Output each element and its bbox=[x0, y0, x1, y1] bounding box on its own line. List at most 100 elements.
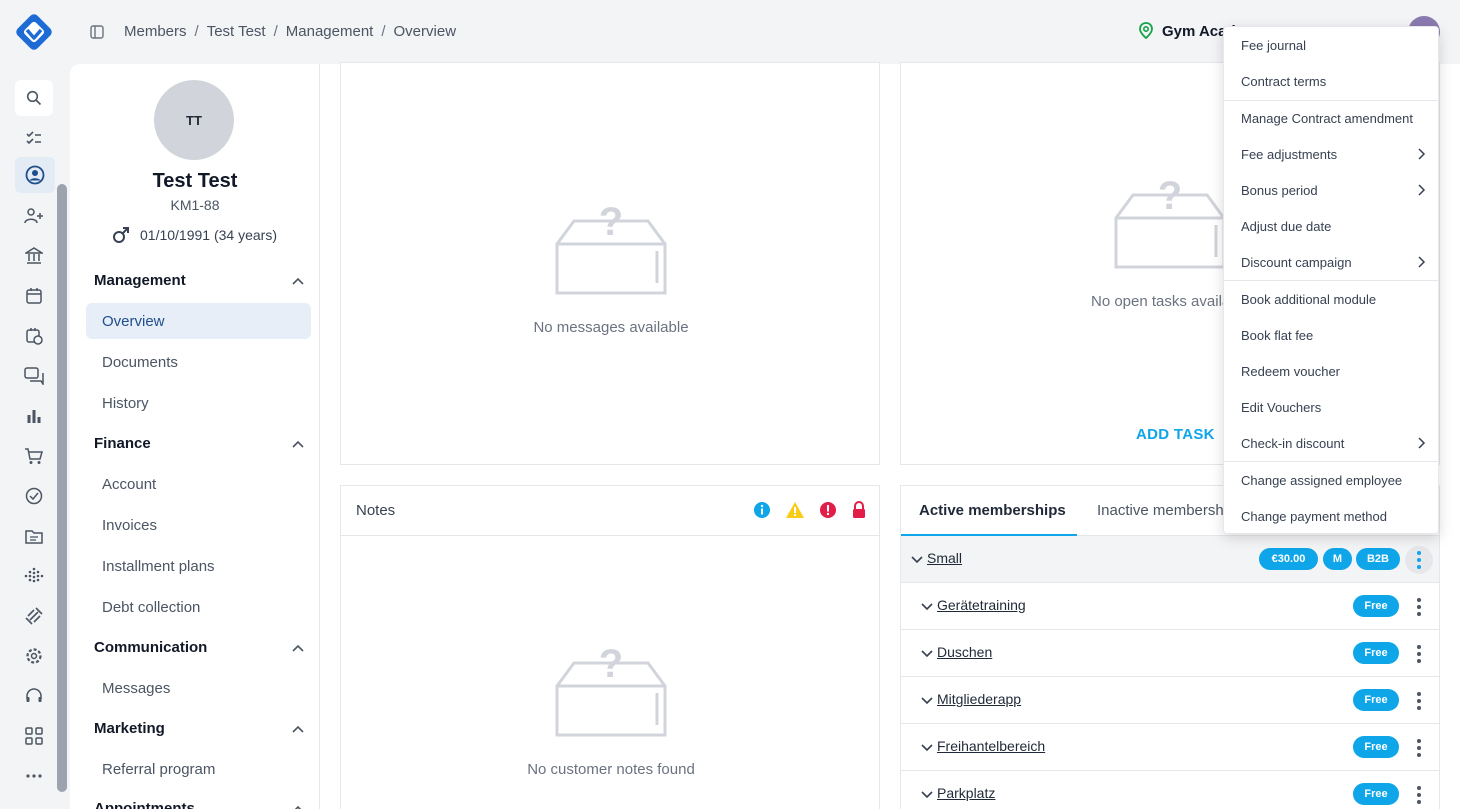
info-icon[interactable] bbox=[753, 501, 771, 519]
menu-item-fee-adjustments[interactable]: Fee adjustments bbox=[1224, 136, 1438, 172]
menu-item-label: Fee journal bbox=[1241, 37, 1307, 53]
module-name[interactable]: Duschen bbox=[937, 644, 992, 660]
menu-item-fee-journal[interactable]: Fee journal bbox=[1224, 27, 1438, 63]
checklist-icon[interactable] bbox=[22, 126, 46, 150]
chevron-down-icon[interactable] bbox=[920, 787, 934, 801]
menu-item-change-assigned-employee[interactable]: Change assigned employee bbox=[1224, 462, 1438, 498]
section-label: Communication bbox=[94, 639, 208, 656]
membership-row[interactable]: Small €30.00 M B2B bbox=[901, 536, 1439, 583]
nav-item-invoices[interactable]: Invoices bbox=[86, 507, 311, 543]
chevron-right-icon bbox=[1418, 148, 1426, 160]
menu-item-checkin-discount[interactable]: Check-in discount bbox=[1224, 425, 1438, 461]
sidebar-toggle-icon[interactable] bbox=[89, 24, 105, 40]
module-name[interactable]: Mitgliederapp bbox=[937, 691, 1021, 707]
lock-icon[interactable] bbox=[851, 501, 867, 519]
chevron-down-icon[interactable] bbox=[920, 740, 934, 754]
module-menu-button[interactable] bbox=[1405, 734, 1433, 762]
nav-item-debt-collection[interactable]: Debt collection bbox=[86, 589, 311, 625]
module-menu-button[interactable] bbox=[1405, 687, 1433, 715]
nav-section-finance[interactable]: Finance bbox=[94, 435, 304, 452]
chevron-down-icon[interactable] bbox=[920, 693, 934, 707]
menu-item-contract-terms[interactable]: Contract terms bbox=[1224, 63, 1438, 99]
nav-item-messages[interactable]: Messages bbox=[86, 670, 311, 706]
membership-name[interactable]: Small bbox=[927, 550, 962, 566]
free-badge: Free bbox=[1353, 736, 1399, 758]
tab-active-memberships[interactable]: Active memberships bbox=[919, 502, 1066, 519]
menu-item-book-flat-fee[interactable]: Book flat fee bbox=[1224, 317, 1438, 353]
menu-item-edit-vouchers[interactable]: Edit Vouchers bbox=[1224, 389, 1438, 425]
menu-item-change-payment-method[interactable]: Change payment method bbox=[1224, 498, 1438, 534]
nav-item-referral-program[interactable]: Referral program bbox=[86, 751, 311, 787]
membership-menu-button[interactable] bbox=[1405, 546, 1433, 574]
chat-icon[interactable] bbox=[22, 364, 46, 388]
module-name[interactable]: Freihantelbereich bbox=[937, 738, 1045, 754]
notes-filter-icons bbox=[753, 501, 867, 519]
nav-item-history[interactable]: History bbox=[86, 385, 311, 421]
bank-icon[interactable] bbox=[22, 244, 46, 268]
gym-selector[interactable]: Gym Acad bbox=[1138, 22, 1236, 40]
module-row[interactable]: Freihantelbereich Free bbox=[901, 724, 1439, 771]
chevron-up-icon bbox=[294, 805, 302, 809]
nav-section-management[interactable]: Management bbox=[94, 272, 304, 289]
module-menu-button[interactable] bbox=[1405, 781, 1433, 809]
chevron-up-icon bbox=[292, 277, 304, 285]
birthdate-text: 01/10/1991 (34 years) bbox=[140, 227, 277, 243]
nav-section-appointments[interactable]: Appointments bbox=[94, 800, 304, 809]
module-row[interactable]: Duschen Free bbox=[901, 630, 1439, 677]
chevron-right-icon bbox=[1418, 256, 1426, 268]
add-user-icon[interactable] bbox=[22, 204, 46, 228]
nav-section-communication[interactable]: Communication bbox=[94, 639, 304, 656]
breadcrumb-members[interactable]: Members bbox=[124, 23, 187, 40]
menu-item-book-additional-module[interactable]: Book additional module bbox=[1224, 281, 1438, 317]
membership-context-menu: Fee journal Contract terms Manage Contra… bbox=[1223, 26, 1439, 534]
menu-item-label: Manage Contract amendment bbox=[1241, 110, 1413, 126]
menu-item-redeem-voucher[interactable]: Redeem voucher bbox=[1224, 353, 1438, 389]
menu-item-adjust-due-date[interactable]: Adjust due date bbox=[1224, 208, 1438, 244]
chevron-down-icon[interactable] bbox=[910, 552, 924, 566]
menu-item-bonus-period[interactable]: Bonus period bbox=[1224, 172, 1438, 208]
calendar-clock-icon[interactable] bbox=[22, 324, 46, 348]
chevron-down-icon[interactable] bbox=[920, 646, 934, 660]
folder-icon[interactable] bbox=[22, 524, 46, 548]
module-row[interactable]: Parkplatz Free bbox=[901, 771, 1439, 809]
rail-scrollbar[interactable] bbox=[57, 184, 67, 792]
warning-icon[interactable] bbox=[785, 501, 805, 519]
more-icon[interactable] bbox=[22, 764, 46, 788]
menu-item-label: Contract terms bbox=[1241, 73, 1327, 89]
module-menu-button[interactable] bbox=[1405, 593, 1433, 621]
breadcrumb-member[interactable]: Test Test bbox=[207, 23, 266, 40]
bar-chart-icon[interactable] bbox=[22, 404, 46, 428]
calendar-icon[interactable] bbox=[22, 284, 46, 308]
svg-text:?: ? bbox=[1158, 174, 1182, 218]
settings-icon[interactable] bbox=[22, 644, 46, 668]
add-task-button[interactable]: ADD TASK bbox=[1136, 426, 1215, 443]
breadcrumb-management[interactable]: Management bbox=[286, 23, 374, 40]
dumbbell-icon[interactable] bbox=[22, 604, 46, 628]
check-circle-icon[interactable] bbox=[22, 484, 46, 508]
chevron-up-icon bbox=[292, 725, 304, 733]
nav-item-documents[interactable]: Documents bbox=[86, 344, 311, 380]
app-logo[interactable] bbox=[14, 12, 54, 52]
dots-grid-icon[interactable] bbox=[22, 564, 46, 588]
menu-item-discount-campaign[interactable]: Discount campaign bbox=[1224, 244, 1438, 280]
nav-section-marketing[interactable]: Marketing bbox=[94, 720, 304, 737]
error-icon[interactable] bbox=[819, 501, 837, 519]
nav-item-overview[interactable]: Overview bbox=[86, 303, 311, 339]
search-button[interactable] bbox=[15, 80, 53, 116]
members-icon[interactable] bbox=[15, 157, 55, 193]
module-row[interactable]: Gerätetraining Free bbox=[901, 583, 1439, 630]
module-menu-button[interactable] bbox=[1405, 640, 1433, 668]
nav-item-account[interactable]: Account bbox=[86, 466, 311, 502]
module-name[interactable]: Parkplatz bbox=[937, 785, 995, 801]
module-row[interactable]: Mitgliederapp Free bbox=[901, 677, 1439, 724]
menu-item-contract-amendment[interactable]: Manage Contract amendment bbox=[1224, 100, 1438, 136]
notes-card: Notes ? No customer notes found bbox=[340, 485, 880, 809]
nav-item-installment-plans[interactable]: Installment plans bbox=[86, 548, 311, 584]
apps-icon[interactable] bbox=[22, 724, 46, 748]
module-name[interactable]: Gerätetraining bbox=[937, 597, 1026, 613]
support-headset-icon[interactable] bbox=[22, 684, 46, 708]
member-name: Test Test bbox=[152, 170, 238, 192]
cart-icon[interactable] bbox=[22, 444, 46, 468]
tab-inactive-memberships[interactable]: Inactive membersh bbox=[1097, 502, 1224, 519]
chevron-down-icon[interactable] bbox=[920, 599, 934, 613]
